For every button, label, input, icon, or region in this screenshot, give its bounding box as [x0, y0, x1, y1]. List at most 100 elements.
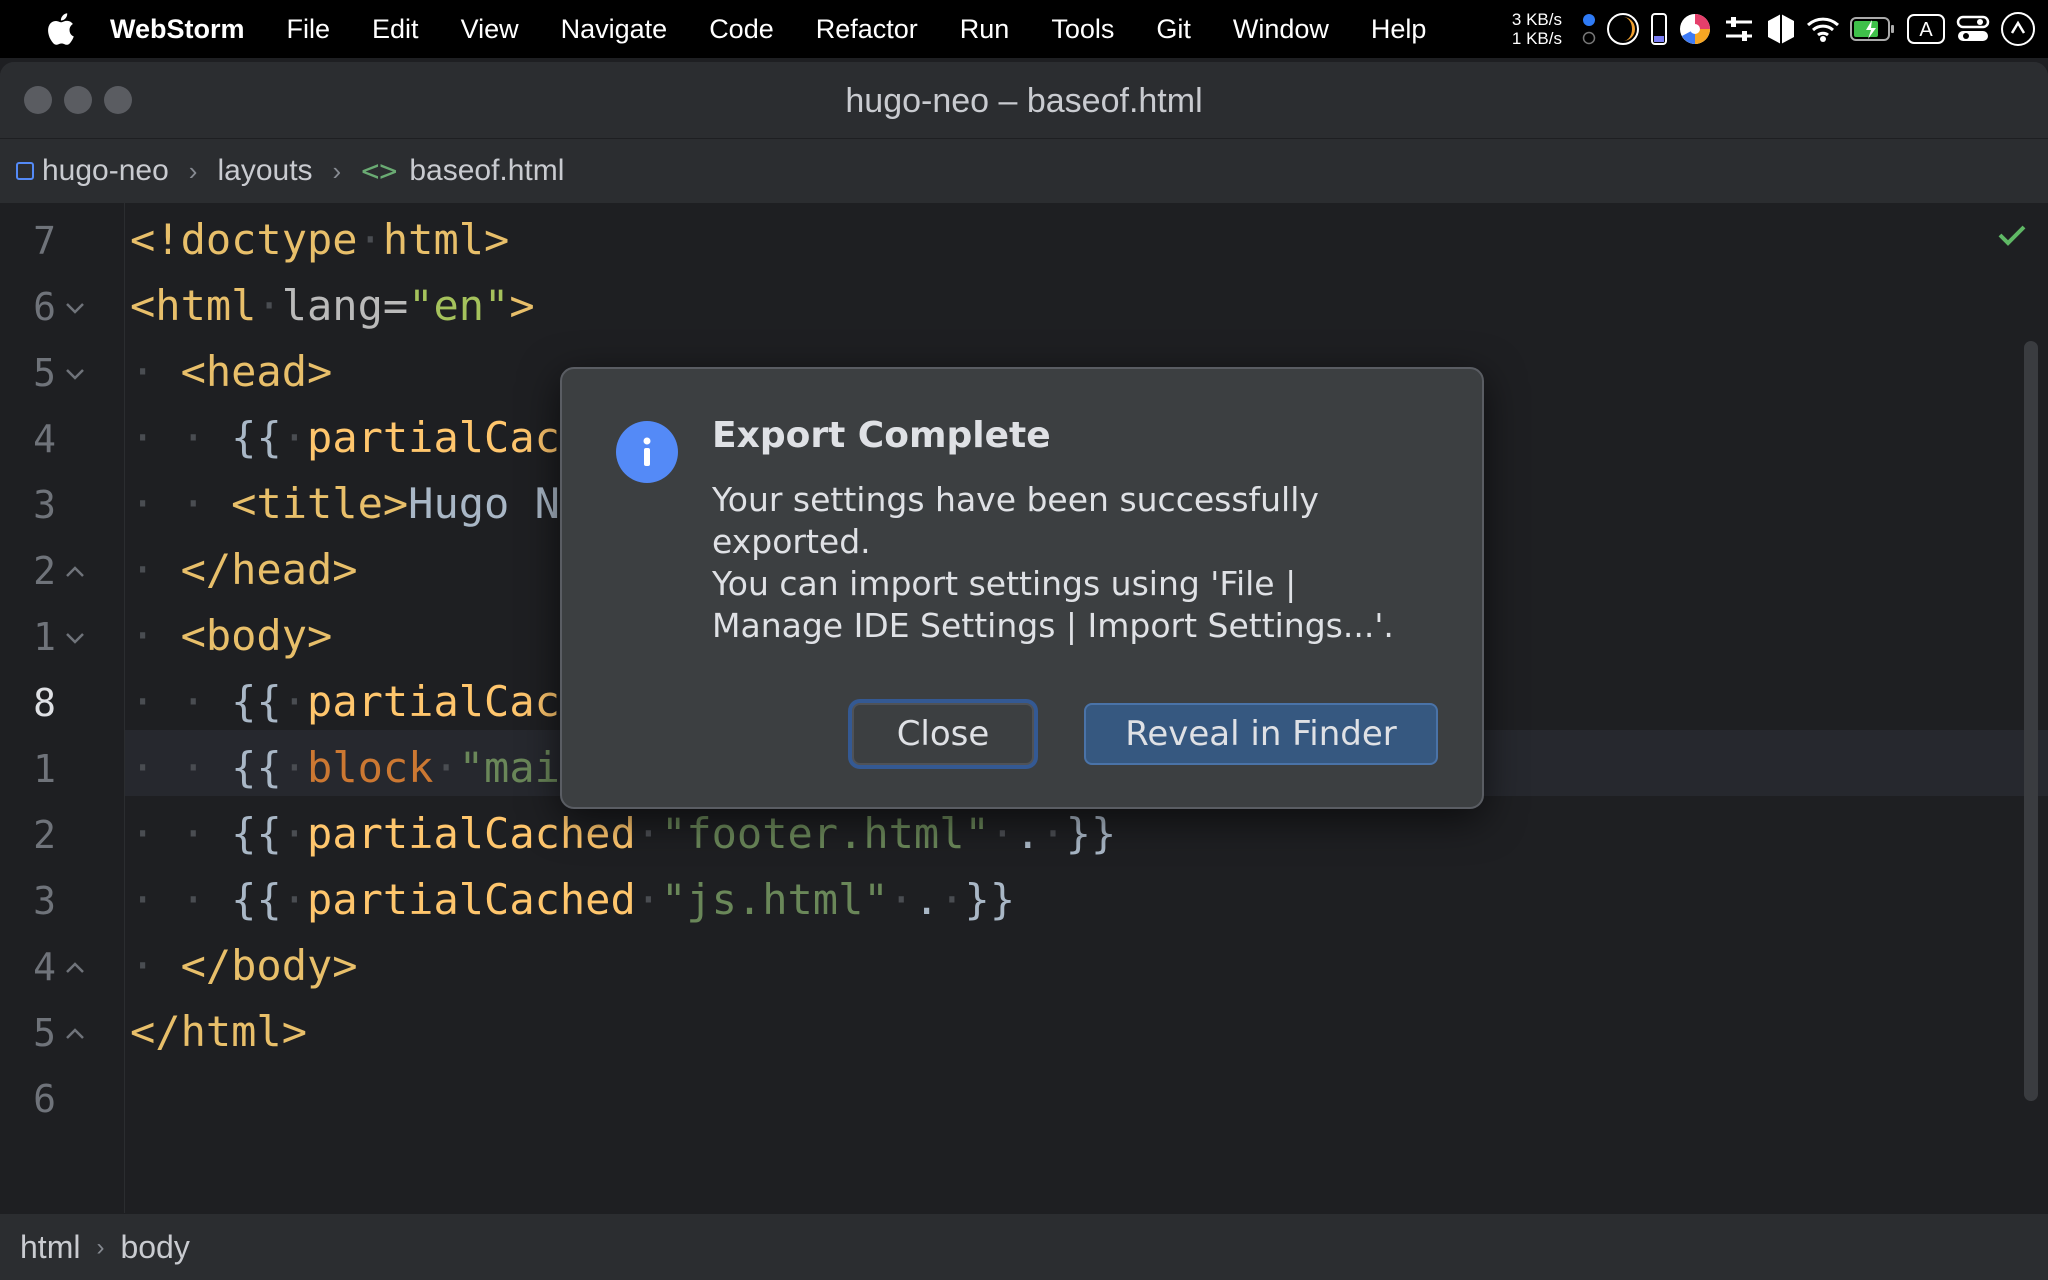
code-line: · · {{·partialCached·"footer.html"·.·}} [130, 809, 1117, 858]
code-token: }} [1065, 809, 1117, 858]
code-line: · </body> [130, 941, 358, 990]
code-token: <title> [231, 479, 409, 528]
code-line: · · {{·partialCac [130, 413, 560, 462]
code-line: · · {{·partialCached·"js.html"·.·}} [130, 875, 1016, 924]
title-bar[interactable]: hugo-neo – baseof.html [0, 62, 2048, 139]
fold-chevron-down-icon[interactable] [62, 625, 88, 651]
current-line-number: 8 [33, 681, 56, 725]
chevron-right-icon: › [188, 155, 198, 186]
code-token: "js.html" [661, 875, 889, 924]
menu-edit[interactable]: Edit [372, 14, 419, 45]
menu-bar: WebStorm File Edit View Navigate Code Re… [0, 0, 2048, 58]
close-button[interactable]: Close [852, 703, 1034, 765]
code-token: {{ [231, 875, 282, 924]
line-number: 3 [33, 483, 56, 527]
menu-navigate[interactable]: Navigate [561, 14, 668, 45]
menu-run[interactable]: Run [960, 14, 1010, 45]
fold-chevron-down-icon[interactable] [62, 295, 88, 321]
menu-view[interactable]: View [461, 14, 519, 45]
vertical-scrollbar[interactable] [2024, 341, 2038, 1101]
code-token: > [484, 215, 510, 264]
code-token: "mai [458, 743, 560, 792]
code-token: <!doctype [130, 215, 358, 264]
code-line: </html> [130, 1007, 307, 1056]
code-token: > [509, 281, 535, 330]
status-crumb-html[interactable]: html [20, 1229, 80, 1266]
code-token: </head> [180, 545, 358, 594]
menu-window[interactable]: Window [1233, 14, 1329, 45]
line-number: 6 [33, 1077, 56, 1121]
code-token: </html> [130, 1007, 308, 1056]
navigation-breadcrumb: hugo-neo › layouts › <> baseof.html [0, 139, 2048, 203]
line-number: 4 [33, 945, 56, 989]
inspection-ok-check-icon[interactable] [1994, 217, 2030, 253]
sliders-icon[interactable] [1722, 12, 1756, 46]
code-token: . [913, 875, 940, 924]
breadcrumb-project[interactable]: hugo-neo [16, 154, 169, 188]
breadcrumb-file-label: baseof.html [409, 154, 565, 187]
phone-icon[interactable] [1650, 12, 1668, 46]
menu-tools[interactable]: Tools [1051, 14, 1114, 45]
breadcrumb-file[interactable]: <> baseof.html [361, 154, 564, 189]
line-number: 5 [33, 351, 56, 395]
reveal-in-finder-button[interactable]: Reveal in Finder [1084, 703, 1438, 765]
line-number: 1 [33, 615, 56, 659]
code-token: {{ [231, 743, 282, 792]
code-line: <html·lang="en"> [130, 281, 535, 330]
input-source-icon[interactable]: A [1906, 13, 1946, 45]
status-crumb-body[interactable]: body [120, 1229, 189, 1266]
dialog-message-line: Your settings have been successfully exp… [712, 480, 1319, 561]
line-number: 5 [33, 1011, 56, 1055]
menu-code[interactable]: Code [709, 14, 774, 45]
code-token: partialCached [307, 809, 636, 858]
dialog-title: Export Complete [712, 415, 1051, 456]
line-number: 4 [33, 417, 56, 461]
code-line: · · {{·partialCac [130, 677, 560, 726]
fold-chevron-up-icon[interactable] [62, 955, 88, 981]
line-number: 6 [33, 285, 56, 329]
network-dots-icon [1582, 12, 1596, 46]
battery-icon[interactable] [1850, 16, 1896, 42]
code-token: partialCached [307, 875, 636, 924]
color-wheel-icon[interactable] [1678, 12, 1712, 46]
menu-refactor[interactable]: Refactor [816, 14, 918, 45]
line-number: 2 [33, 813, 56, 857]
menu-file[interactable]: File [287, 14, 331, 45]
menu-help[interactable]: Help [1371, 14, 1427, 45]
code-token: </body> [180, 941, 358, 990]
window-title: hugo-neo – baseof.html [845, 82, 1203, 120]
fold-chevron-up-icon[interactable] [62, 559, 88, 585]
apple-icon[interactable] [40, 9, 80, 49]
code-token: }} [964, 875, 1016, 924]
code-token: {{ [231, 809, 282, 858]
status-bar-breadcrumb: html › body [0, 1213, 2048, 1280]
code-token: {{ [231, 413, 282, 462]
app-name-menu[interactable]: WebStorm [110, 14, 245, 45]
dialog-message: Your settings have been successfully exp… [712, 479, 1432, 647]
code-line: · <head> [130, 347, 333, 396]
breadcrumb-folder[interactable]: layouts [217, 154, 312, 188]
code-token: lang [281, 281, 383, 330]
code-token: <head> [180, 347, 333, 396]
box-icon[interactable] [1766, 12, 1796, 46]
chevron-right-icon: › [332, 155, 342, 186]
chevron-right-icon: › [96, 1233, 105, 1261]
svg-text:A: A [1919, 19, 1933, 41]
menu-git[interactable]: Git [1156, 14, 1191, 45]
code-token: partialCac [307, 677, 560, 726]
control-center-icon[interactable] [1956, 14, 1990, 44]
code-line: · <body> [130, 611, 333, 660]
line-number: 2 [33, 549, 56, 593]
moon-icon[interactable] [1606, 12, 1640, 46]
code-line: · · <title>Hugo N [130, 479, 560, 528]
fold-chevron-down-icon[interactable] [62, 361, 88, 387]
siri-icon[interactable] [2000, 11, 2036, 47]
code-token: Hugo N [408, 479, 560, 528]
dialog-message-line: You can import settings using 'File | Ma… [712, 564, 1394, 645]
line-number: 7 [33, 219, 56, 263]
network-speed[interactable]: 3 KB/s 1 KB/s [1512, 10, 1562, 48]
module-icon [16, 162, 34, 180]
fold-chevron-up-icon[interactable] [62, 1021, 88, 1047]
wifi-icon[interactable] [1806, 15, 1840, 43]
breadcrumb-project-label: hugo-neo [42, 154, 169, 187]
